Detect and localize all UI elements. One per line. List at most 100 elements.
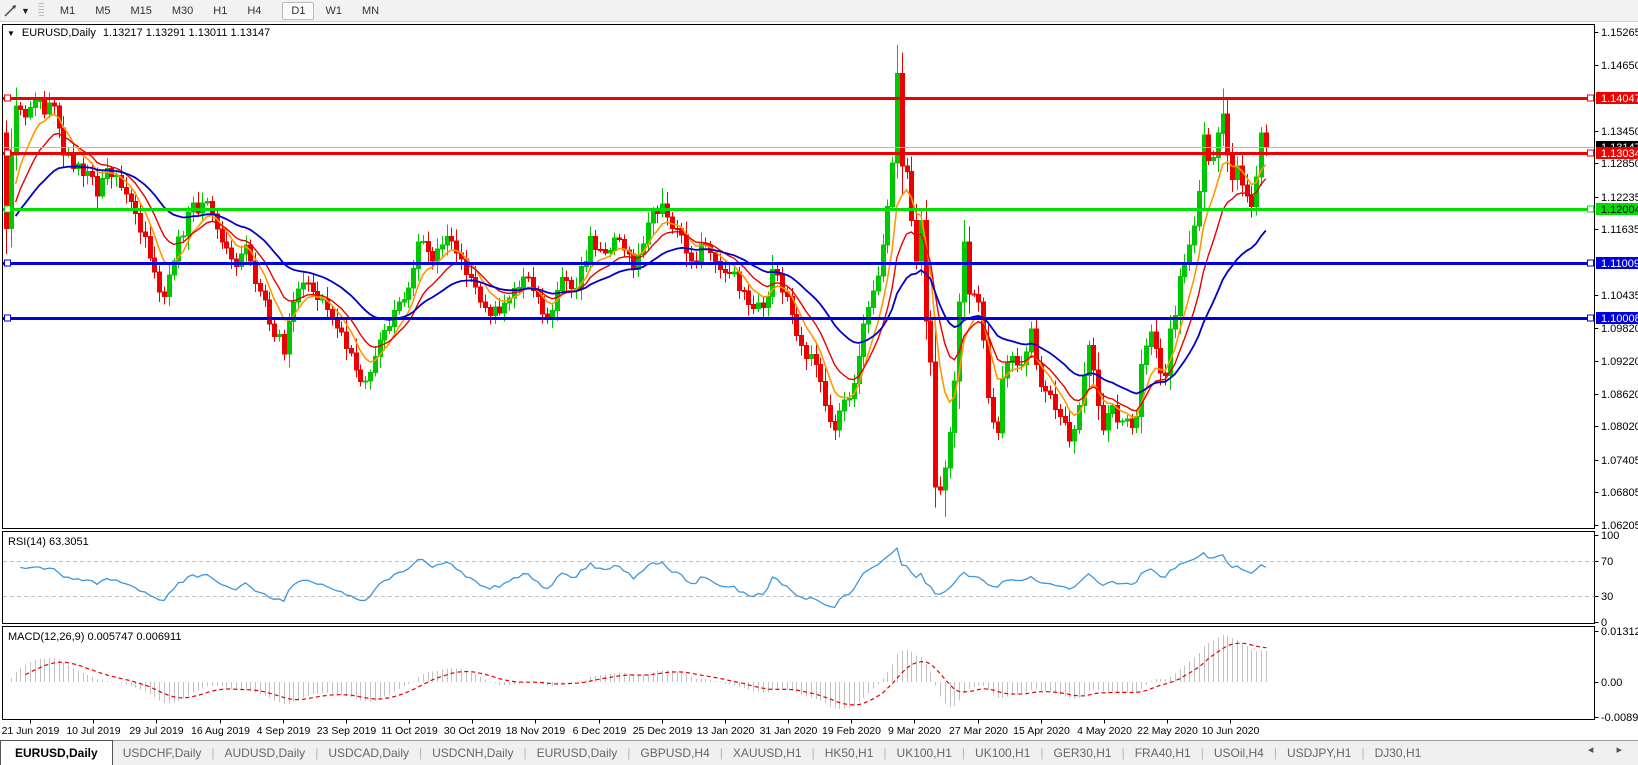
candle-body: [43, 101, 47, 115]
candle-body: [1102, 406, 1106, 431]
hline-drag-handle[interactable]: [1588, 206, 1594, 212]
hline-price-text: 1.12004: [1601, 204, 1638, 216]
tab-xauusd-h1[interactable]: XAUUSD,H1: [723, 741, 812, 765]
candle-body: [724, 269, 728, 272]
candle-body: [1222, 114, 1226, 133]
candle-body: [302, 283, 306, 289]
candle-body: [187, 212, 191, 236]
price-tick-label: 1.10435: [1601, 290, 1638, 302]
candle-body: [278, 335, 282, 337]
candle-body: [125, 188, 129, 194]
candle-body: [906, 166, 910, 171]
candle-body: [1250, 196, 1254, 207]
candle-body: [29, 108, 33, 117]
candle-body: [91, 171, 95, 176]
hline-drag-handle[interactable]: [1588, 315, 1594, 321]
candle-body: [700, 244, 704, 262]
candle-body: [19, 106, 23, 109]
ohlc-quotes: 1.13217 1.13291 1.13011 1.13147: [103, 27, 270, 39]
candle-body: [422, 241, 426, 242]
tab-usdcad-daily[interactable]: USDCAD,Daily: [318, 741, 419, 765]
date-tick-label: 18 Nov 2019: [506, 725, 566, 737]
candle-body: [441, 245, 445, 249]
rsi-tick-label: 100: [1601, 530, 1619, 542]
chart-title: ▼ EURUSD,Daily 1.13217 1.13291 1.13011 1…: [7, 27, 270, 39]
candle-body: [221, 229, 225, 242]
tab-usoil-h4[interactable]: USOil,H4: [1204, 741, 1274, 765]
candle-body: [450, 237, 454, 241]
rsi-tick-label: 30: [1601, 591, 1613, 603]
candle-body: [891, 163, 895, 206]
candle-body: [944, 468, 948, 490]
tab-ger30-h1[interactable]: GER30,H1: [1044, 741, 1122, 765]
tab-gbpusd-h4[interactable]: GBPUSD,H4: [630, 741, 719, 765]
price-tick-label: 1.12850: [1601, 158, 1638, 170]
candle-body: [53, 103, 57, 106]
candle-body: [743, 290, 747, 291]
candle-body: [1111, 406, 1115, 414]
tab-uk100-h1[interactable]: UK100,H1: [965, 741, 1040, 765]
candle-body: [805, 346, 809, 359]
hline-drag-handle[interactable]: [1588, 95, 1594, 101]
tabs-scroll-right-icon[interactable]: ▸: [1616, 744, 1632, 756]
hline-drag-handle[interactable]: [5, 206, 11, 212]
date-tick-label: 15 Apr 2020: [1013, 725, 1070, 737]
price-tick-label: 1.08020: [1601, 421, 1638, 433]
macd-tick-label: -0.008933: [1601, 712, 1638, 724]
hline-drag-handle[interactable]: [5, 315, 11, 321]
tab-usdcnh-daily[interactable]: USDCNH,Daily: [422, 741, 523, 765]
macd-tick-label: 0.013121: [1601, 626, 1638, 638]
candle-body: [369, 373, 373, 381]
tabs-scroll-left-icon[interactable]: ◂: [1588, 744, 1604, 756]
date-tick-label: 4 Sep 2019: [257, 725, 311, 737]
candle-body: [345, 332, 349, 349]
candle-body: [1001, 378, 1005, 433]
candle-body: [230, 248, 234, 259]
hline-drag-handle[interactable]: [1588, 150, 1594, 156]
candle-body: [96, 176, 100, 196]
hline-drag-handle[interactable]: [5, 95, 11, 101]
tab-dj30-h1[interactable]: DJ30,H1: [1365, 741, 1432, 765]
main-chart-panel[interactable]: [3, 25, 1595, 529]
tab-usdchf-daily[interactable]: USDCHF,Daily: [113, 741, 212, 765]
date-tick-label: 29 Jul 2019: [129, 725, 183, 737]
collapse-arrow-icon[interactable]: ▼: [7, 29, 15, 38]
tab-uk100-h1[interactable]: UK100,H1: [887, 741, 962, 765]
tab-fra40-h1[interactable]: FRA40,H1: [1125, 741, 1201, 765]
candle-body: [838, 411, 842, 430]
date-tick-label: 19 Feb 2020: [822, 725, 881, 737]
rsi-panel[interactable]: [3, 532, 1595, 624]
candle-body: [604, 250, 608, 253]
candle-body: [1150, 332, 1154, 346]
candle-body: [139, 213, 143, 232]
tab-usdjpy-h1[interactable]: USDJPY,H1: [1277, 741, 1361, 765]
hline-price-text: 1.11009: [1601, 258, 1638, 270]
candle-body: [1044, 386, 1048, 390]
date-tick-label: 6 Dec 2019: [573, 725, 627, 737]
candle-body: [431, 252, 435, 262]
hline-drag-handle[interactable]: [5, 260, 11, 266]
price-tick-label: 1.12235: [1601, 192, 1638, 204]
candle-body: [1068, 422, 1072, 441]
date-tick-label: 31 Jan 2020: [760, 725, 818, 737]
macd-tick-label: 0.00: [1601, 677, 1622, 689]
date-tick-label: 25 Dec 2019: [633, 725, 693, 737]
tab-hk50-h1[interactable]: HK50,H1: [815, 741, 884, 765]
candle-body: [465, 259, 469, 274]
candle-body: [288, 322, 292, 354]
hline-drag-handle[interactable]: [1588, 260, 1594, 266]
tab-eurusd-daily[interactable]: EURUSD,Daily: [527, 741, 628, 765]
hline-drag-handle[interactable]: [5, 150, 11, 156]
macd-panel[interactable]: [3, 627, 1595, 720]
candle-body: [565, 278, 569, 281]
candle-body: [652, 210, 656, 223]
candle-body: [498, 307, 502, 313]
candle-body: [834, 421, 838, 430]
candle-body: [570, 281, 574, 289]
macd-indicator-label: MACD(12,26,9) 0.005747 0.006911: [8, 631, 181, 643]
candle-body: [829, 406, 833, 422]
candle-body: [886, 207, 890, 245]
candle-body: [1049, 391, 1053, 395]
tab-audusd-daily[interactable]: AUDUSD,Daily: [215, 741, 316, 765]
tab-eurusd-daily[interactable]: EURUSD,Daily: [0, 740, 113, 765]
